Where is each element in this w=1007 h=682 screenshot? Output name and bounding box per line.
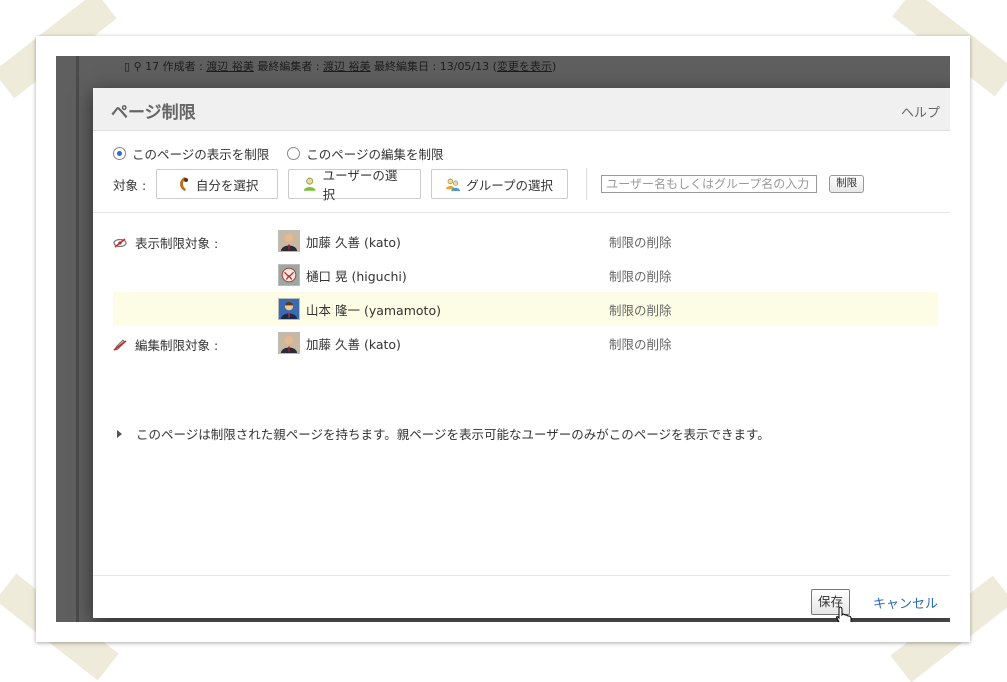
remove-restriction-link[interactable]: 制限の削除 <box>609 300 672 319</box>
attachment-icon: ⚲ <box>133 60 142 73</box>
cancel-link[interactable]: キャンセル <box>873 593 938 612</box>
restricted-user-name: 山本 隆一 (yamamoto) <box>306 302 441 318</box>
page-backdrop: ▯ ⚲ 17 作成者 : 渡辺 裕美 最終編集者 : 渡辺 裕美 最終編集日 :… <box>56 56 950 622</box>
restriction-list: 表示制限対象 : 加藤 久善 (kato) 制限の削除 樋口 晃 (higuch… <box>113 224 938 360</box>
backdrop-strip <box>76 56 79 622</box>
restrict-edit-option[interactable]: このページの編集を制限 <box>287 144 444 163</box>
help-link[interactable]: ヘルプ <box>901 102 940 121</box>
edit-restriction-category: 編集制限対象 : <box>113 335 218 354</box>
restriction-row: 山本 隆一 (yamamoto) 制限の削除 <box>113 292 938 326</box>
remove-restriction-link[interactable]: 制限の削除 <box>609 232 672 251</box>
restriction-row: 編集制限対象 : 加藤 久善 (kato) 制限の削除 <box>113 326 938 360</box>
restrict-edit-radio[interactable] <box>287 147 301 160</box>
editor-link[interactable]: 渡辺 裕美 <box>323 60 371 73</box>
restricted-user-name: 加藤 久善 (kato) <box>306 234 401 250</box>
view-changes-link[interactable]: 変更を表示 <box>497 60 552 73</box>
author-link[interactable]: 渡辺 裕美 <box>206 60 254 73</box>
restrict-view-option[interactable]: このページの表示を制限 <box>113 144 269 163</box>
screenshot-frame: ▯ ⚲ 17 作成者 : 渡辺 裕美 最終編集者 : 渡辺 裕美 最終編集日 :… <box>36 36 970 642</box>
view-restriction-label: 表示制限対象 : <box>135 236 219 251</box>
view-restriction-category: 表示制限対象 : <box>113 233 218 252</box>
hand-cursor-icon <box>836 606 852 622</box>
self-icon <box>179 177 188 191</box>
last-edit-date: 13/05/13 <box>439 60 490 73</box>
author-label: 作成者 : <box>162 60 203 73</box>
edit-restriction-label: 編集制限対象 : <box>135 338 219 353</box>
restriction-row: 樋口 晃 (higuchi) 制限の削除 <box>113 258 938 292</box>
expand-triangle-icon[interactable] <box>117 429 122 438</box>
select-self-button[interactable]: 自分を選択 <box>156 169 279 199</box>
parent-restriction-text: このページは制限された親ページを持ちます。親ページを表示可能なユーザーのみがこの… <box>136 427 770 442</box>
select-user-button[interactable]: ユーザーの選択 <box>288 168 422 202</box>
restrict-view-label: このページの表示を制限 <box>132 147 270 162</box>
restricted-user: 加藤 久善 (kato) <box>278 332 401 354</box>
attachment-count: 17 <box>145 60 160 73</box>
restricted-user: 樋口 晃 (higuchi) <box>278 264 407 286</box>
page-meta: ▯ ⚲ 17 作成者 : 渡辺 裕美 最終編集者 : 渡辺 裕美 最終編集日 :… <box>124 58 556 74</box>
view-restriction-icon <box>113 237 127 248</box>
parent-restriction-note[interactable]: このページは制限された親ページを持ちます。親ページを表示可能なユーザーのみがこの… <box>117 424 770 443</box>
restrict-edit-label: このページの編集を制限 <box>306 147 444 162</box>
date-label: 最終編集日 : <box>374 60 437 73</box>
restricted-user-name: 加藤 久善 (kato) <box>306 336 401 352</box>
target-separator <box>586 168 588 200</box>
page-icon: ▯ <box>124 60 131 73</box>
avatar <box>278 230 300 252</box>
restrict-view-radio[interactable] <box>113 147 126 160</box>
remove-restriction-link[interactable]: 制限の削除 <box>609 266 672 285</box>
target-selector: 対象 : 自分を選択 ユーザーの選択 グループの選択 ユーザー名もしくはグループ… <box>113 168 940 202</box>
restricted-user-name: 樋口 晃 (higuchi) <box>306 268 407 284</box>
page-restrictions-dialog: ページ制限 ヘルプ このページの表示を制限 このページの編集を制限 対象 : 自… <box>93 88 950 622</box>
select-self-label: 自分を選択 <box>195 177 259 193</box>
select-group-button[interactable]: グループの選択 <box>431 169 569 199</box>
restriction-type-options: このページの表示を制限 このページの編集を制限 <box>113 144 462 163</box>
user-icon <box>304 177 316 191</box>
user-group-search-input[interactable]: ユーザー名もしくはグループ名の入力 <box>601 175 818 193</box>
avatar <box>278 332 300 354</box>
remove-restriction-link[interactable]: 制限の削除 <box>609 334 672 353</box>
restrict-button[interactable]: 制限 <box>829 175 865 193</box>
dialog-footer: 保存 キャンセル <box>93 575 950 622</box>
editor-label: 最終編集者 : <box>257 60 320 73</box>
target-label: 対象 : <box>113 177 147 193</box>
restricted-user: 山本 隆一 (yamamoto) <box>278 298 441 320</box>
select-user-label: ユーザーの選択 <box>322 168 398 202</box>
dialog-title: ページ制限 <box>111 103 196 123</box>
dialog-header: ページ制限 ヘルプ <box>93 88 950 131</box>
avatar <box>278 264 300 286</box>
group-icon <box>446 178 461 191</box>
avatar <box>278 298 300 320</box>
restriction-row: 表示制限対象 : 加藤 久善 (kato) 制限の削除 <box>113 224 938 258</box>
restricted-user: 加藤 久善 (kato) <box>278 230 401 252</box>
section-divider <box>93 212 950 213</box>
edit-restriction-icon <box>113 338 127 351</box>
changes-close-paren: ) <box>551 60 557 73</box>
select-group-label: グループの選択 <box>466 177 554 193</box>
